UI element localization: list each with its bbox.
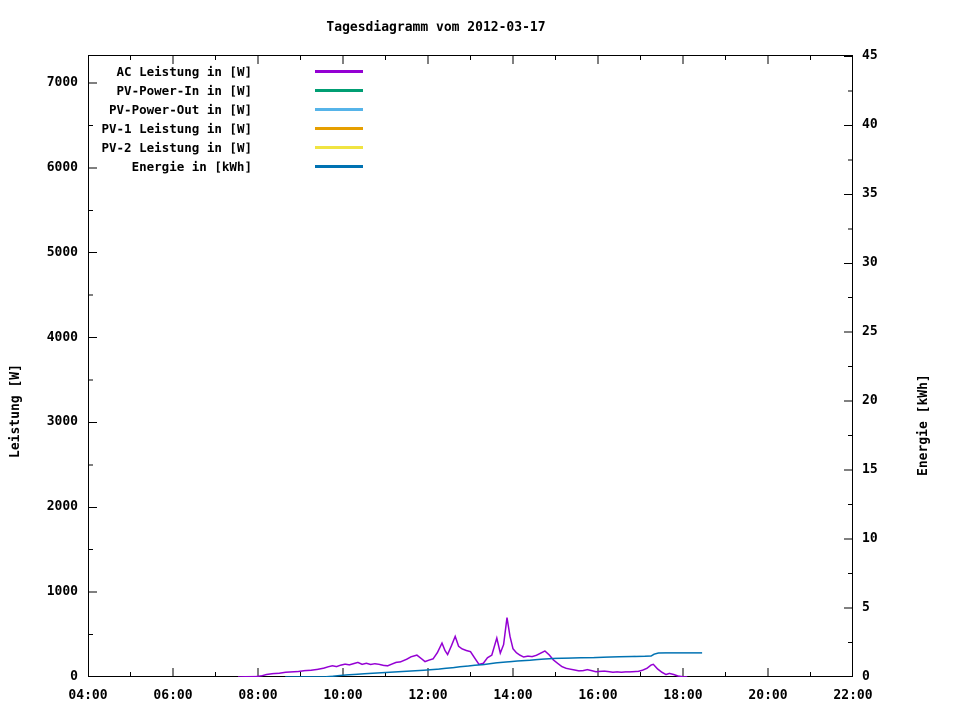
- x-tick-label: 20:00: [748, 688, 788, 703]
- x-tick-label: 16:00: [578, 688, 618, 703]
- legend-label: Energie in [kWh]: [131, 159, 252, 174]
- y2-tick-label: 20: [862, 393, 878, 409]
- y2-tick-label: 30: [862, 255, 878, 271]
- y2-tick-label: 15: [862, 462, 878, 478]
- y-tick-label: 7000: [46, 75, 78, 90]
- y-tick-label: 0: [70, 669, 78, 684]
- y-tick-label: 4000: [46, 329, 78, 345]
- x-tick-label: 04:00: [68, 688, 108, 703]
- legend-line-sample: [315, 146, 363, 149]
- y-tick-label: 6000: [46, 159, 78, 175]
- y2-tick-label: 0: [862, 669, 870, 684]
- y2-tick-label: 35: [862, 186, 878, 202]
- y2-tick-label: 5: [862, 600, 870, 616]
- legend-row: PV-Power-In in [W]: [88, 81, 374, 100]
- legend-label: PV-Power-In in [W]: [116, 83, 252, 98]
- legend-line-sample: [315, 89, 363, 92]
- legend-line-sample: [315, 108, 363, 111]
- y2-axis-title: Energie [kWh]: [916, 374, 931, 476]
- x-tick-label: 06:00: [153, 688, 193, 703]
- legend-label: PV-1 Leistung in [W]: [101, 121, 252, 136]
- series-line-ac-leistung-in-w: [237, 617, 688, 677]
- y2-tick-label: 10: [862, 531, 878, 547]
- y-tick-label: 3000: [46, 414, 78, 430]
- legend-row: AC Leistung in [W]: [88, 62, 374, 81]
- legend-row: PV-Power-Out in [W]: [88, 100, 374, 119]
- y-tick-label: 1000: [46, 584, 78, 600]
- legend-line-sample: [315, 165, 363, 168]
- legend-row: PV-1 Leistung in [W]: [88, 119, 374, 138]
- legend-label: PV-Power-Out in [W]: [109, 102, 252, 117]
- y2-tick-label: 45: [862, 48, 878, 64]
- x-tick-label: 22:00: [833, 688, 873, 703]
- legend-row: Energie in [kWh]: [88, 157, 374, 176]
- legend-line-sample: [315, 70, 363, 73]
- legend-label: PV-2 Leistung in [W]: [101, 140, 252, 155]
- y-axis-title: Leistung [W]: [8, 364, 23, 458]
- y-tick-label: 2000: [46, 499, 78, 515]
- x-tick-label: 08:00: [238, 688, 278, 703]
- x-tick-label: 18:00: [663, 688, 703, 703]
- legend-line-sample: [315, 127, 363, 130]
- legend-label: AC Leistung in [W]: [116, 64, 252, 79]
- chart-title: Tagesdiagramm vom 2012-03-17: [326, 20, 546, 35]
- gnuplot-chart-page: { "chart_data": { "type": "line", "title…: [0, 0, 960, 720]
- legend-row: PV-2 Leistung in [W]: [88, 138, 374, 157]
- x-tick-label: 10:00: [323, 688, 363, 703]
- x-tick-label: 14:00: [493, 688, 533, 703]
- x-tick-label: 12:00: [408, 688, 448, 703]
- y2-tick-label: 40: [862, 117, 878, 133]
- y2-tick-label: 25: [862, 324, 878, 340]
- y-tick-label: 5000: [46, 244, 78, 260]
